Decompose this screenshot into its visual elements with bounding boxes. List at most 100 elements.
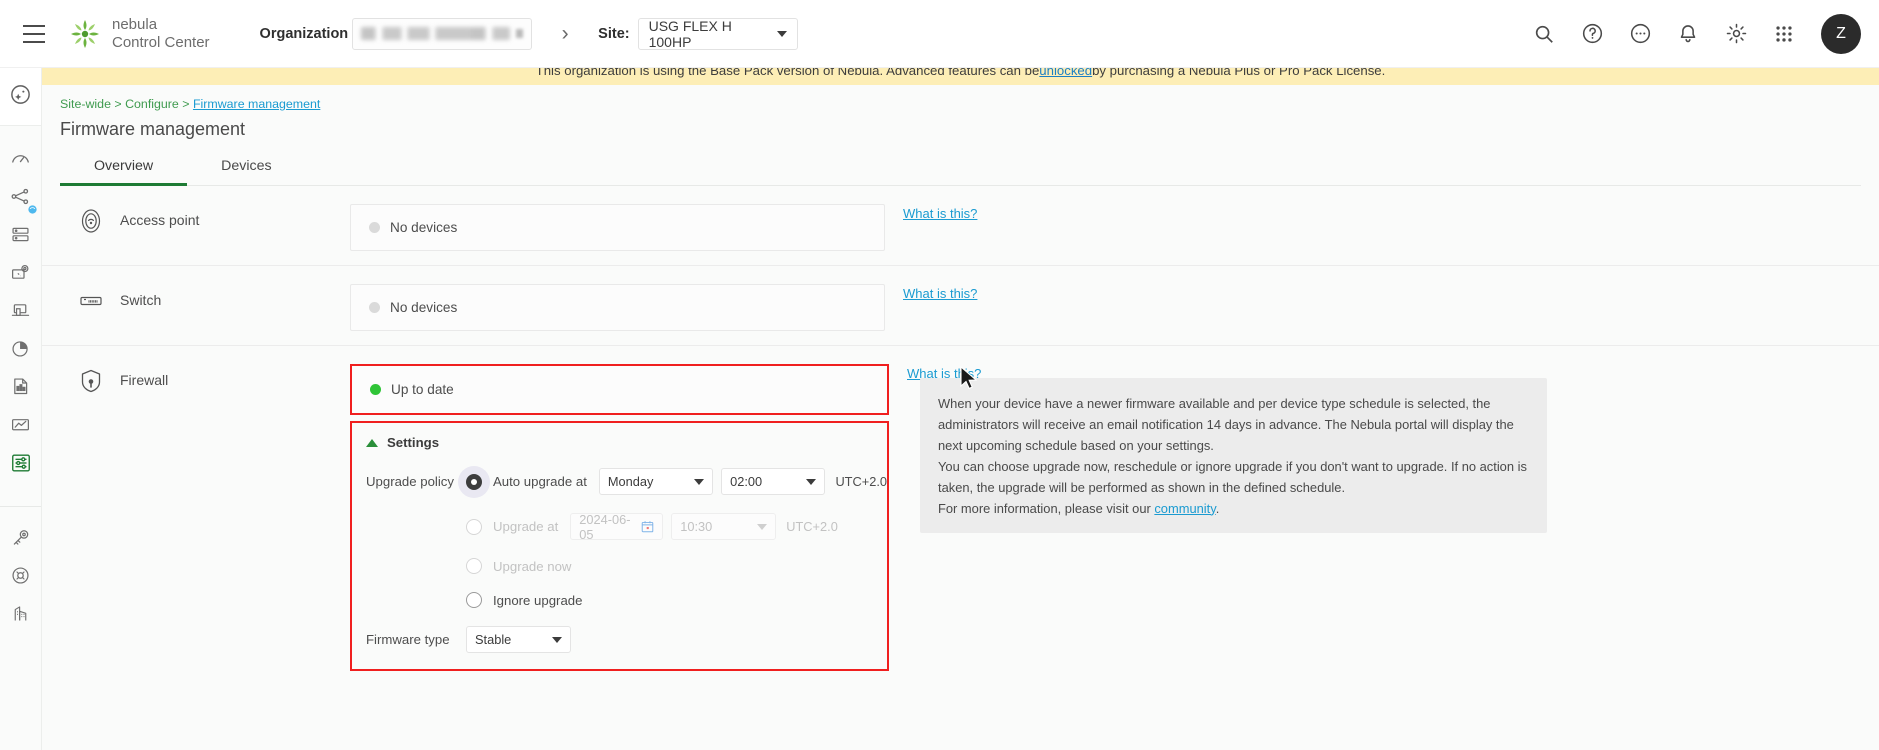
upgrade-policy-row-auto: Upgrade policy Auto upgrade at Monday 02… (352, 468, 887, 495)
sidebar-item-configure[interactable] (6, 450, 36, 480)
tab-devices[interactable]: Devices (187, 158, 305, 185)
status-text: No devices (390, 220, 457, 235)
apps-grid-icon[interactable] (1771, 21, 1797, 47)
chevron-down-icon (552, 637, 562, 643)
tooltip-paragraph-2: You can choose upgrade now, reschedule o… (938, 457, 1529, 499)
chevron-down-icon (694, 479, 704, 485)
radio-upgrade-now[interactable] (466, 558, 482, 574)
status-card: No devices (350, 204, 885, 251)
access-point-icon (74, 204, 108, 238)
nebula-ai-icon (9, 83, 32, 111)
organization-building-icon (10, 603, 31, 629)
radio-option-upgrade-at[interactable]: Upgrade at (466, 519, 558, 535)
help-support-icon (10, 565, 31, 591)
tooltip-community-link[interactable]: community (1154, 501, 1215, 516)
calendar-icon (641, 520, 654, 533)
auto-upgrade-day-value: Monday (608, 474, 654, 489)
sidebar-item-organization[interactable] (6, 601, 36, 631)
status-dot-icon (369, 302, 380, 313)
sidebar-item-devices[interactable] (6, 222, 36, 252)
organization-selector-group: Organization (260, 18, 533, 50)
radio-upgrade-now-label: Upgrade now (493, 559, 571, 574)
breadcrumb-configure[interactable]: Configure (125, 97, 179, 111)
radio-option-auto-upgrade[interactable]: Auto upgrade at (466, 474, 587, 490)
sidebar-divider (0, 506, 41, 507)
radio-upgrade-at-label: Upgrade at (493, 519, 558, 534)
switch-icon (74, 284, 108, 318)
breadcrumb-chevron-right-icon[interactable]: › (552, 23, 578, 44)
what-is-this-link[interactable]: What is this? (903, 204, 977, 221)
settings-title: Settings (387, 435, 439, 450)
dashboard-gauge-icon (10, 148, 31, 174)
sidebar-item-clients[interactable] (6, 298, 36, 328)
upgrade-at-timezone: UTC+2.0 (786, 519, 838, 534)
chevron-down-icon (806, 479, 816, 485)
sidebar-item-site-config[interactable] (6, 260, 36, 290)
radio-upgrade-at[interactable] (466, 519, 482, 535)
tooltip-paragraph-1: When your device have a newer firmware a… (938, 394, 1529, 457)
help-icon[interactable] (1579, 21, 1605, 47)
radio-auto-upgrade[interactable] (466, 474, 482, 490)
left-sidebar (0, 68, 42, 750)
user-avatar[interactable]: Z (1821, 14, 1861, 54)
tooltip-line3-before: For more information, please visit our (938, 501, 1154, 516)
breadcrumb-site-wide[interactable]: Site-wide (60, 97, 111, 111)
radio-option-ignore-upgrade[interactable]: Ignore upgrade (466, 592, 582, 608)
site-config-icon (10, 262, 31, 288)
upgrade-policy-row-now: Upgrade now (352, 558, 887, 574)
hamburger-menu-icon[interactable] (14, 14, 54, 54)
analytics-pie-icon (10, 338, 31, 364)
auto-upgrade-timezone: UTC+2.0 (835, 474, 887, 489)
site-value: USG FLEX H 100HP (649, 18, 769, 50)
firmware-type-label: Firmware type (366, 632, 466, 647)
settings-gear-icon[interactable] (1723, 21, 1749, 47)
tab-overview[interactable]: Overview (60, 158, 187, 185)
app-logo[interactable]: nebula Control Center (68, 16, 210, 51)
sidebar-item-dashboard[interactable] (6, 146, 36, 176)
upgrade-at-date-value: 2024-06-05 (579, 512, 641, 542)
auto-upgrade-time-select[interactable]: 02:00 (721, 468, 825, 495)
upgrade-at-date-input[interactable]: 2024-06-05 (570, 513, 663, 540)
sidebar-item-license[interactable] (6, 525, 36, 555)
breadcrumb-current[interactable]: Firmware management (193, 97, 320, 111)
what-is-this-link[interactable]: What is this? (903, 284, 977, 301)
sidebar-item-monitor[interactable] (6, 412, 36, 442)
search-icon[interactable] (1531, 21, 1557, 47)
upgrade-policy-label: Upgrade policy (366, 474, 466, 489)
auto-upgrade-day-select[interactable]: Monday (599, 468, 713, 495)
clients-icon (10, 300, 31, 326)
status-card: No devices (350, 284, 885, 331)
firewall-status-card: Up to date (350, 364, 889, 415)
sidebar-item-report[interactable] (6, 374, 36, 404)
sidebar-item-nebula-ai[interactable] (0, 68, 41, 126)
devices-rack-icon (10, 224, 31, 250)
mouse-cursor (959, 366, 981, 399)
upgrade-at-time-select[interactable]: 10:30 (671, 513, 776, 540)
sidebar-item-help-support[interactable] (6, 563, 36, 593)
sidebar-item-topology[interactable] (6, 184, 36, 214)
site-selector-group: Site: USG FLEX H 100HP (598, 18, 797, 50)
radio-ignore-upgrade-label: Ignore upgrade (493, 593, 582, 608)
more-options-icon[interactable] (1627, 21, 1653, 47)
topology-icon (10, 186, 31, 212)
firmware-type-select[interactable]: Stable (466, 626, 571, 653)
logo-line-1: nebula (112, 16, 210, 34)
auto-upgrade-time-value: 02:00 (730, 474, 762, 489)
chevron-down-icon (777, 31, 787, 37)
status-dot-icon (369, 222, 380, 233)
tab-bar: Overview Devices (60, 158, 1861, 186)
caret-up-icon (366, 439, 378, 447)
radio-ignore-upgrade[interactable] (466, 592, 482, 608)
organization-value (361, 27, 510, 40)
settings-header[interactable]: Settings (352, 435, 887, 450)
license-key-icon (10, 527, 31, 553)
notifications-bell-icon[interactable] (1675, 21, 1701, 47)
site-select[interactable]: USG FLEX H 100HP (638, 18, 798, 50)
chevron-down-icon (757, 524, 767, 530)
sidebar-item-analytics[interactable] (6, 336, 36, 366)
tooltip-line3-after: . (1216, 501, 1220, 516)
breadcrumb-sep-2: > (179, 97, 193, 111)
organization-select[interactable] (352, 18, 532, 50)
device-type-row-switch: Switch No devices What is this? (42, 266, 1879, 346)
radio-option-upgrade-now[interactable]: Upgrade now (466, 558, 571, 574)
